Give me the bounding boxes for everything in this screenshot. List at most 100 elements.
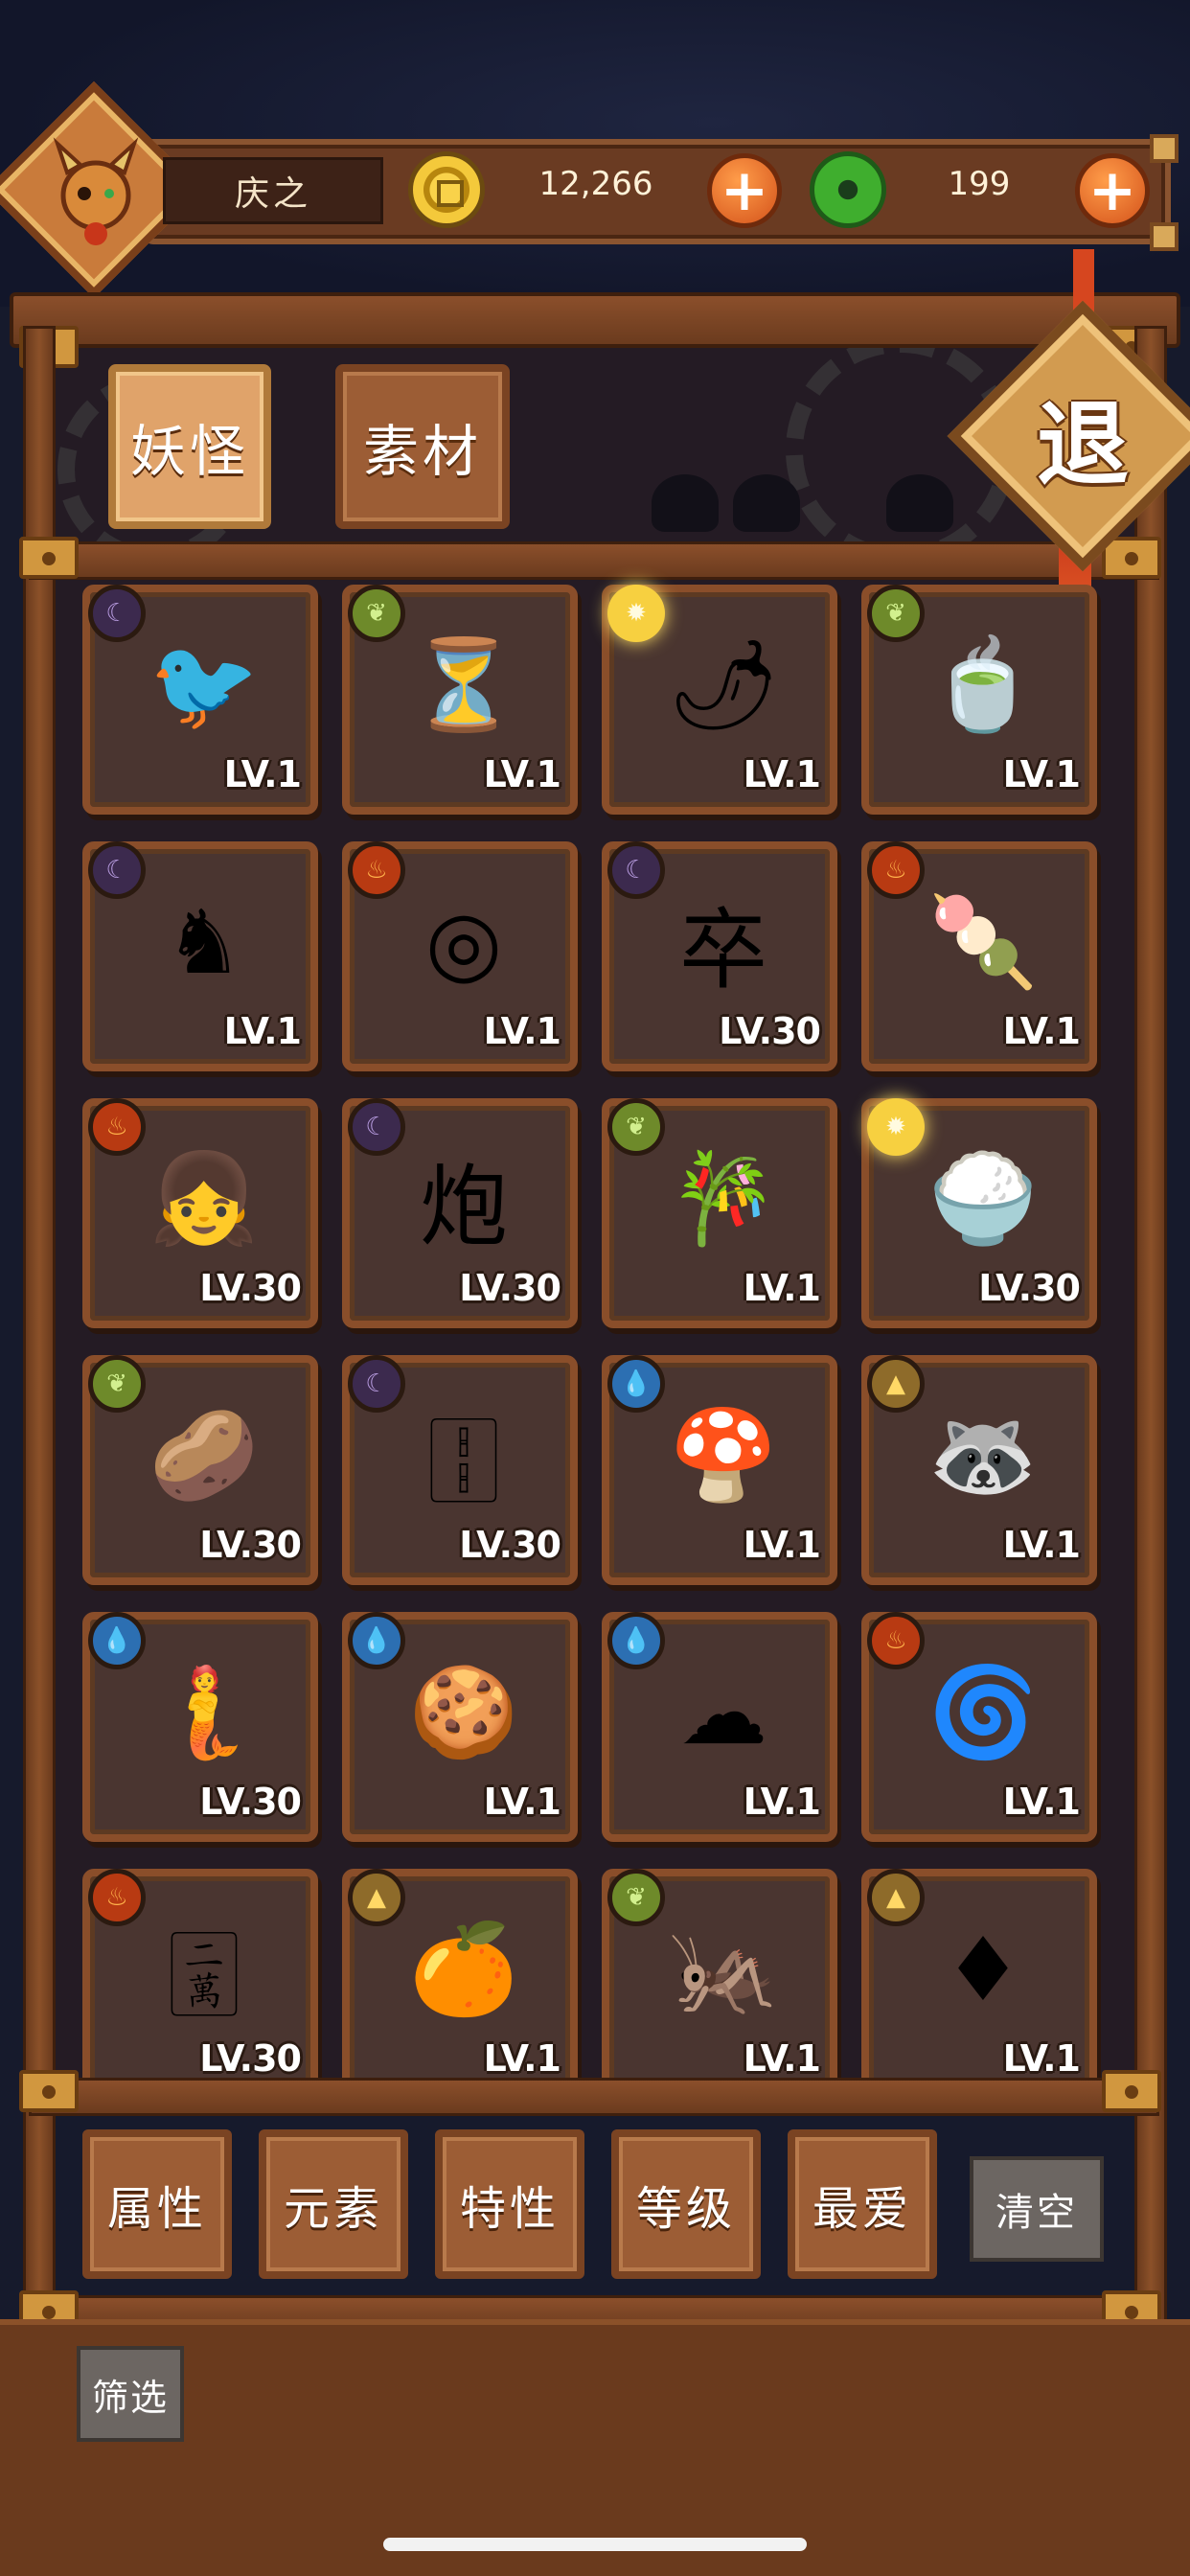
porcelain-cup-monster-icon: 🍵 — [927, 633, 1039, 736]
monster-card[interactable]: ♨ 🍡 LV.1 — [861, 841, 1097, 1071]
player-name: 庆之 — [163, 157, 383, 224]
fire-roll-monster-icon: 🌀 — [927, 1661, 1039, 1763]
monster-level: LV.30 — [199, 1524, 302, 1566]
shelf-bracket — [19, 2070, 79, 2112]
monster-level: LV.1 — [1002, 1010, 1081, 1052]
shadow-critter — [733, 474, 800, 532]
monster-card[interactable]: ❦ 🦗 LV.1 — [602, 1869, 837, 2099]
monster-level: LV.30 — [978, 1267, 1081, 1309]
monster-card[interactable]: ▲ ♦ LV.1 — [861, 1869, 1097, 2099]
monster-level: LV.30 — [199, 2037, 302, 2080]
tab-monsters[interactable]: 妖怪 — [108, 364, 271, 529]
monster-card[interactable]: ♨ 🌀 LV.1 — [861, 1612, 1097, 1842]
cricket-monster-icon: 🦗 — [668, 1918, 779, 2020]
monster-level: LV.30 — [199, 1781, 302, 1823]
monster-level: LV.1 — [223, 1010, 302, 1052]
monster-level: LV.30 — [199, 1267, 302, 1309]
filter-element-button[interactable]: 元素 — [259, 2129, 408, 2279]
grid-bottom-shelf — [29, 2078, 1159, 2116]
monster-level: LV.1 — [743, 2037, 821, 2080]
straw-hat-raccoon-monster-icon: 🦝 — [927, 1404, 1039, 1506]
home-indicator[interactable] — [383, 2538, 807, 2551]
add-gold-button[interactable]: + — [707, 153, 782, 228]
diamond-charm-monster-icon: ♦ — [943, 1918, 1023, 2021]
exit-label: 退 — [1037, 390, 1129, 498]
monster-card[interactable]: ✹ 🌶 LV.1 — [602, 585, 837, 815]
monster-level: LV.1 — [1002, 753, 1081, 795]
monster-level: LV.30 — [719, 1010, 821, 1052]
tab-shelf — [29, 541, 1159, 580]
monster-card[interactable]: ☾ ♞ LV.1 — [82, 841, 318, 1071]
monster-level: LV.1 — [483, 2037, 561, 2080]
gold-amount: 12,266 — [538, 165, 653, 203]
monster-card[interactable]: ♨ ◎ LV.1 — [342, 841, 578, 1071]
shelf-bracket — [19, 537, 79, 579]
filter-favorite-button[interactable]: 最爱 — [788, 2129, 937, 2279]
bar-corner-ornament — [1150, 134, 1179, 163]
shadow-critter — [652, 474, 719, 532]
filter-screen-button[interactable]: 筛选 — [77, 2346, 184, 2442]
monster-level: LV.1 — [483, 753, 561, 795]
monster-grid: ☾ 🐦 LV.1 ❦ ⏳ LV.1 ✹ 🌶 LV.1 ❦ 🍵 LV.1 ☾ ♞ LV.1 ♨ ◎ LV.1 ☾ 卒 LV… — [82, 585, 1102, 2099]
red-hood-girl-monster-icon: 👧 — [149, 1147, 260, 1250]
monster-card[interactable]: ☾ 🀑 LV.30 — [342, 1355, 578, 1585]
hourglass-monster-icon: ⏳ — [408, 633, 519, 736]
monster-card[interactable]: ☾ 🐦 LV.1 — [82, 585, 318, 815]
mochi-monster-icon: 🍡 — [927, 890, 1039, 993]
jade-coin-icon — [810, 151, 886, 228]
shadow-critter — [886, 474, 953, 532]
bar-corner-ornament — [1150, 222, 1179, 251]
monster-card[interactable]: ☾ 卒 LV.30 — [602, 841, 837, 1071]
monster-level: LV.1 — [1002, 2037, 1081, 2080]
monster-card[interactable]: ❦ ⏳ LV.1 — [342, 585, 578, 815]
cloud-slime-monster-icon: ☁ — [679, 1661, 767, 1764]
filter-trait-button[interactable]: 特性 — [435, 2129, 584, 2279]
cabinet-left-post — [23, 326, 56, 2367]
monster-level: LV.1 — [743, 1267, 821, 1309]
monster-level: LV.1 — [223, 753, 302, 795]
filter-attribute-button[interactable]: 属性 — [82, 2129, 232, 2279]
monster-card[interactable]: ▲ 🍊 LV.1 — [342, 1869, 578, 2099]
chess-horse-monster-icon: ♞ — [164, 890, 244, 994]
radish-monster-icon: 🌶 — [667, 633, 780, 736]
potato-star-monster-icon: 🥔 — [149, 1404, 260, 1506]
orange-monster-icon: 🍊 — [408, 1918, 519, 2020]
tab-materials[interactable]: 素材 — [335, 364, 510, 529]
mahjong-tile-monster-icon: 🀑 — [428, 1403, 499, 1506]
bamboo-sprout-monster-icon: 🎋 — [668, 1147, 779, 1250]
monster-card[interactable]: ♨ 🀈 LV.30 — [82, 1869, 318, 2099]
monster-level: LV.1 — [743, 1524, 821, 1566]
monster-card[interactable]: ❦ 🎋 LV.1 — [602, 1098, 837, 1328]
add-jade-button[interactable]: + — [1075, 153, 1150, 228]
water-maiden-monster-icon: 🧜 — [149, 1661, 260, 1763]
monster-level: LV.1 — [1002, 1524, 1081, 1566]
shelf-bracket — [1102, 2070, 1161, 2112]
monster-card[interactable]: ☾ 炮 LV.30 — [342, 1098, 578, 1328]
clear-button[interactable]: 清空 — [970, 2156, 1104, 2262]
monster-card[interactable]: ❦ 🥔 LV.30 — [82, 1355, 318, 1585]
monster-card[interactable]: 💧 🍄 LV.1 — [602, 1355, 837, 1585]
cabinet-right-post — [1134, 326, 1167, 2367]
player-avatar-icon — [53, 137, 139, 245]
monster-card[interactable]: 💧 🧜 LV.30 — [82, 1612, 318, 1842]
gold-coin-icon — [408, 151, 485, 228]
jade-ring-monster-icon: ◎ — [424, 890, 503, 994]
cookie-bird-monster-icon: 🍪 — [408, 1661, 519, 1763]
monster-level: LV.1 — [483, 1010, 561, 1052]
monster-card[interactable]: ✹ 🍚 LV.30 — [861, 1098, 1097, 1328]
monster-level: LV.30 — [459, 1524, 561, 1566]
monster-card[interactable]: ♨ 👧 LV.30 — [82, 1098, 318, 1328]
monster-level: LV.30 — [459, 1267, 561, 1309]
chess-cannon-monster-icon: 炮 — [419, 1155, 508, 1258]
monster-level: LV.1 — [483, 1781, 561, 1823]
chess-soldier-monster-icon: 卒 — [678, 898, 767, 1001]
monster-card[interactable]: ❦ 🍵 LV.1 — [861, 585, 1097, 815]
rice-bowl-monster-icon: 🍚 — [927, 1147, 1039, 1250]
monster-card[interactable]: 💧 ☁ LV.1 — [602, 1612, 837, 1842]
monster-card[interactable]: 💧 🍪 LV.1 — [342, 1612, 578, 1842]
monster-level: LV.1 — [743, 1781, 821, 1823]
monster-card[interactable]: ▲ 🦝 LV.1 — [861, 1355, 1097, 1585]
blue-mushroom-monster-icon: 🍄 — [668, 1404, 779, 1506]
jade-amount: 199 — [948, 165, 1011, 203]
filter-level-button[interactable]: 等级 — [611, 2129, 761, 2279]
